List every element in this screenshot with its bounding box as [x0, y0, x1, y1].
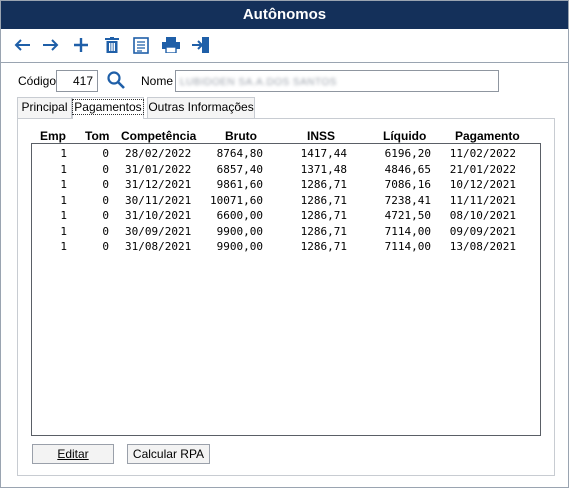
forward-arrow-icon[interactable]	[39, 33, 63, 57]
nome-label: Nome	[141, 74, 174, 88]
table-row[interactable]: 1 0 28/02/2022 8764,80 1417,44 6196,20 11/02/2…	[32, 146, 540, 162]
cell-inss: 1286,71	[300, 224, 347, 238]
cell-bruto: 9900,00	[216, 240, 263, 253]
cell-pagamento: 10/12/2021	[449, 178, 516, 191]
codigo-field[interactable]: 417	[56, 70, 98, 92]
codigo-label: Código	[18, 74, 57, 88]
toolbar	[1, 29, 568, 63]
cell-bruto: 10071,60	[210, 193, 263, 207]
column-header-emp: Emp	[40, 129, 67, 143]
payments-grid[interactable]: 1 0 28/02/2022 8764,80 1417,44 6196,20 11/02/2…	[31, 143, 541, 436]
cell-emp: 1	[60, 224, 67, 238]
cell-bruto: 6600,00	[216, 209, 263, 222]
tab-pagamentos[interactable]: Pagamentos	[72, 97, 144, 119]
cell-tom: 0	[102, 240, 109, 253]
cell-emp: 1	[60, 193, 67, 207]
cell-tom: 0	[102, 162, 109, 176]
exit-icon[interactable]	[189, 33, 213, 57]
editar-button[interactable]: Editar	[32, 444, 114, 464]
table-row[interactable]: 1 0 31/01/2022 6857,40 1371,48 4846,65 21/01/2…	[32, 162, 540, 178]
cell-competencia: 31/01/2022	[125, 162, 192, 176]
tab-pagamentos-label: Pagamentos	[72, 99, 144, 115]
cell-inss: 1286,71	[300, 209, 347, 222]
autonomos-window: Autônomos Código 417 Nome LUBIDOEN SA.A.…	[0, 0, 569, 488]
column-header-pagamento: Pagamento	[455, 129, 520, 143]
cell-bruto: 6857,40	[216, 162, 263, 176]
cell-bruto: 9861,60	[216, 178, 263, 191]
cell-tom: 0	[102, 224, 109, 238]
cell-pagamento: 09/09/2021	[449, 224, 516, 238]
cell-liquido: 7114,00	[384, 224, 431, 238]
table-row[interactable]: 1 0 31/08/2021 9900,00 1286,71 7114,00 13/08/2…	[32, 239, 540, 255]
cell-competencia: 30/09/2021	[125, 224, 192, 238]
cell-competencia: 28/02/2022	[125, 147, 192, 160]
tab-outras-informacoes[interactable]: Outras Informações	[147, 97, 255, 118]
cell-liquido: 4846,65	[384, 162, 431, 176]
calcular-rpa-button-label: Calcular RPA	[132, 447, 205, 461]
cell-liquido: 6196,20	[384, 147, 431, 160]
cell-competencia: 31/12/2021	[125, 178, 192, 191]
cell-competencia: 31/10/2021	[125, 209, 192, 222]
cell-tom: 0	[102, 178, 109, 191]
cell-inss: 1371,48	[300, 162, 347, 176]
tab-outras-informacoes-label: Outras Informações	[148, 100, 254, 114]
column-header-competencia: Competência	[121, 129, 197, 143]
tab-principal-label: Principal	[21, 100, 68, 114]
cell-inss: 1286,71	[300, 193, 347, 207]
back-arrow-icon[interactable]	[10, 33, 34, 57]
window-title: Autônomos	[1, 1, 568, 29]
cell-competencia: 31/08/2021	[125, 240, 192, 253]
table-row[interactable]: 1 0 30/11/2021 10071,60 1286,71 7238,41 11/11/…	[32, 193, 540, 209]
cell-bruto: 8764,80	[216, 147, 263, 160]
add-icon[interactable]	[69, 33, 93, 57]
cell-pagamento: 11/11/2021	[449, 193, 516, 207]
cell-emp: 1	[60, 209, 67, 222]
cell-liquido: 7114,00	[384, 240, 431, 253]
cell-emp: 1	[60, 178, 67, 191]
table-row[interactable]: 1 0 31/12/2021 9861,60 1286,71 7086,16 10/12/2…	[32, 177, 540, 193]
editar-button-label: Editar	[57, 447, 89, 461]
calcular-rpa-button[interactable]: Calcular RPA	[127, 444, 210, 464]
nome-field[interactable]: LUBIDOEN SA.A.DOS SANTOS	[175, 70, 499, 92]
cell-inss: 1286,71	[300, 240, 347, 253]
delete-icon[interactable]	[100, 33, 124, 57]
cell-emp: 1	[60, 162, 67, 176]
cell-liquido: 7086,16	[384, 178, 431, 191]
column-header-bruto: Bruto	[225, 129, 257, 143]
column-header-liquido: Líquido	[383, 129, 427, 143]
column-header-inss: INSS	[307, 129, 336, 143]
cell-tom: 0	[102, 209, 109, 222]
cell-emp: 1	[60, 240, 67, 253]
cell-pagamento: 08/10/2021	[449, 209, 516, 222]
cell-bruto: 9900,00	[216, 224, 263, 238]
cell-pagamento: 13/08/2021	[449, 240, 516, 253]
document-icon[interactable]	[129, 33, 153, 57]
cell-inss: 1286,71	[300, 178, 347, 191]
cell-liquido: 4721,50	[384, 209, 431, 222]
cell-pagamento: 11/02/2022	[449, 147, 516, 160]
search-icon[interactable]	[106, 70, 126, 90]
table-row[interactable]: 1 0 30/09/2021 9900,00 1286,71 7114,00 09/09/2…	[32, 224, 540, 240]
cell-competencia: 30/11/2021	[125, 193, 192, 207]
cell-emp: 1	[60, 147, 67, 160]
cell-pagamento: 21/01/2022	[449, 162, 516, 176]
table-row[interactable]: 1 0 31/10/2021 6600,00 1286,71 4721,50 08/10/2…	[32, 208, 540, 224]
nome-value: LUBIDOEN SA.A.DOS SANTOS	[180, 77, 337, 88]
cell-liquido: 7238,41	[384, 193, 431, 207]
tab-principal[interactable]: Principal	[17, 97, 72, 118]
print-icon[interactable]	[159, 33, 183, 57]
cell-inss: 1417,44	[300, 147, 347, 160]
cell-tom: 0	[102, 147, 109, 160]
cell-tom: 0	[102, 193, 109, 207]
column-header-tom: Tom	[85, 129, 110, 143]
